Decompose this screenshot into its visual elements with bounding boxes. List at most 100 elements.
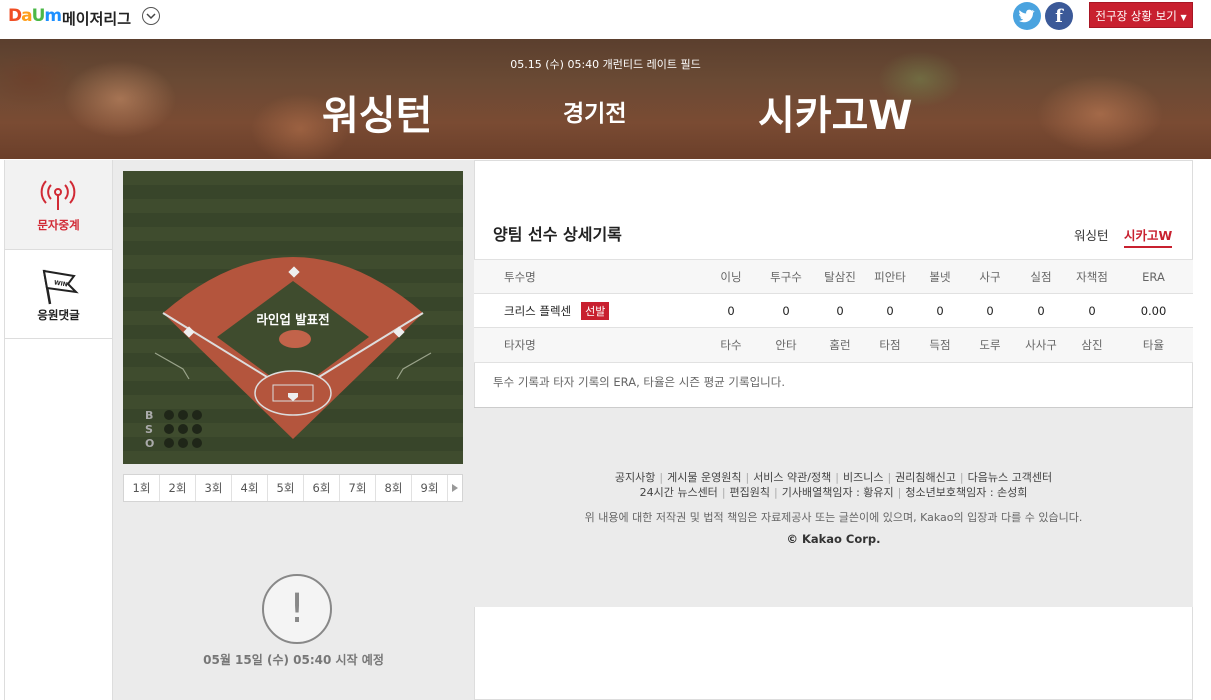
footer: 공지사항 | 게시물 운영원칙 | 서비스 약관/정책 | 비즈니스 | 권리침해신고 | 다음뉴스… [474, 407, 1193, 607]
footer-separator: | [887, 471, 892, 484]
top-bar: DaUm 메이저리그 f 전구장 상황 보기 ▼ [0, 0, 1211, 39]
all-games-label: 전구장 상황 보기 [1095, 9, 1177, 23]
inning-tab[interactable]: 7회 [340, 475, 376, 501]
footer-link[interactable]: 공지사항 [615, 471, 655, 484]
ball-label: B [145, 409, 153, 422]
game-status: 경기전 [563, 101, 627, 127]
footer-separator: | [897, 486, 902, 499]
table-cell: 0 [812, 293, 868, 328]
table-cell: 0 [912, 293, 968, 328]
inning-tab[interactable]: 2회 [160, 475, 196, 501]
table-cell: 0 [702, 293, 760, 328]
batter-header-row: 타자명 타수 안타 홈런 타점 득점 도루 사사구 삼진 타율 [474, 327, 1193, 362]
table-header: 타수 [702, 327, 760, 362]
nav-text-broadcast[interactable]: 문자중계 [5, 160, 112, 250]
twitter-share-button[interactable] [1013, 2, 1041, 30]
out-label: O [145, 437, 154, 450]
game-info: 05.15 (수) 05:40 개런티드 레이트 필드 [510, 58, 701, 71]
inning-tabs: 1회 2회 3회 4회 5회 6회 7회 8회 9회 [123, 474, 463, 502]
table-header: 탈삼진 [812, 259, 868, 294]
records-title: 양팀 선수 상세기록 [493, 225, 622, 244]
chevron-right-icon [452, 484, 458, 492]
footer-separator: | [835, 471, 839, 484]
inning-tab[interactable]: 4회 [232, 475, 268, 501]
table-cell: 0 [968, 293, 1012, 328]
footer-separator: | [959, 471, 964, 484]
inning-tab[interactable]: 3회 [196, 475, 232, 501]
table-header: 이닝 [702, 259, 760, 294]
facebook-icon: f [1055, 6, 1063, 27]
facebook-share-button[interactable]: f [1045, 2, 1073, 30]
daum-logo[interactable]: DaUm [8, 6, 62, 26]
table-header: 타자명 [474, 327, 702, 362]
all-games-button[interactable]: 전구장 상황 보기 ▼ [1089, 2, 1193, 28]
left-nav: 문자중계 WIN 응원댓글 [4, 160, 113, 700]
footer-link[interactable]: 24시간 뉴스센터 [640, 486, 718, 499]
caret-down-icon: ▼ [1180, 13, 1187, 22]
inning-tab[interactable]: 5회 [268, 475, 304, 501]
table-header: 볼넷 [912, 259, 968, 294]
table-header: 삼진 [1070, 327, 1114, 362]
table-header: 안타 [760, 327, 812, 362]
league-title[interactable]: 메이저리그 [62, 8, 131, 29]
table-cell: 0 [868, 293, 912, 328]
chevron-down-icon[interactable] [142, 7, 160, 25]
game-start-notice: 05월 15일 (수) 05:40 시작 예정 [203, 653, 384, 667]
table-header: 도루 [968, 327, 1012, 362]
tab-team-washington[interactable]: 워싱턴 [1074, 225, 1109, 244]
twitter-icon [1019, 9, 1035, 23]
table-header: 사구 [968, 259, 1012, 294]
game-banner: 05.15 (수) 05:40 개런티드 레이트 필드 워싱턴 경기전 시카고W [0, 39, 1211, 159]
next-innings-button[interactable] [448, 475, 462, 501]
table-header: 실점 [1012, 259, 1070, 294]
lineup-status: 라인업 발표전 [256, 312, 329, 327]
footer-link[interactable]: 서비스 약관/정책 [753, 471, 831, 484]
footer-separator: | [745, 471, 750, 484]
footer-separator: | [774, 486, 778, 499]
logo-letter-a: a [21, 6, 33, 26]
table-cell: 0 [1070, 293, 1114, 328]
inning-tab[interactable]: 1회 [124, 475, 160, 501]
table-header: 타율 [1114, 327, 1193, 362]
table-header: 사사구 [1012, 327, 1070, 362]
footer-separator: | [659, 471, 664, 484]
exclamation-icon: ! [262, 574, 332, 644]
footer-link[interactable]: 편집원칙 [730, 486, 770, 499]
away-team-name: 시카고W [758, 93, 913, 139]
table-header: 타점 [868, 327, 912, 362]
inning-tab[interactable]: 9회 [412, 475, 448, 501]
records-note: 투수 기록과 타자 기록의 ERA, 타율은 시즌 평균 기록입니다. [493, 375, 785, 389]
footer-link[interactable]: 비즈니스 [843, 471, 883, 484]
nav-cheer-comments[interactable]: WIN 응원댓글 [5, 250, 112, 339]
table-cell: 0.00 [1114, 293, 1193, 328]
copyright: © Kakao Corp. [786, 532, 881, 546]
table-header: 투구수 [760, 259, 812, 294]
footer-separator: | [721, 486, 726, 499]
inning-tab[interactable]: 8회 [376, 475, 412, 501]
win-flag-icon: WIN [42, 269, 79, 305]
strike-label: S [145, 423, 153, 436]
nav-label-broadcast: 문자중계 [37, 218, 80, 232]
logo-letter-d: D [8, 6, 22, 26]
tab-team-chicago-w[interactable]: 시카고W [1124, 225, 1173, 248]
footer-links-secondary: 24시간 뉴스센터 | 편집원칙 | 기사배열책임자 : 황유지 | 청소년보호책임자 : … [474, 484, 1193, 500]
table-header: 득점 [912, 327, 968, 362]
table-cell: 0 [1012, 293, 1070, 328]
footer-link[interactable]: 게시물 운영원칙 [667, 471, 741, 484]
footer-link[interactable]: 다음뉴스 고객센터 [968, 471, 1052, 484]
table-header: 투수명 [474, 259, 702, 294]
logo-letter-m: m [44, 6, 62, 26]
player-records-table: 투수명 이닝 투구수 탈삼진 피안타 볼넷 사구 실점 자책점 ERA 크리스 … [474, 259, 1193, 362]
footer-link[interactable]: 권리침해신고 [895, 471, 956, 484]
pitcher-name-cell: 크리스 플렉센 선발 [474, 293, 702, 328]
pitcher-header-row: 투수명 이닝 투구수 탈삼진 피안타 볼넷 사구 실점 자책점 ERA [474, 259, 1193, 294]
logo-letter-u: U [31, 6, 46, 26]
footer-text: 청소년보호책임자 : 손성희 [905, 486, 1028, 499]
inning-tab[interactable]: 6회 [304, 475, 340, 501]
table-header: 피안타 [868, 259, 912, 294]
footer-disclaimer: 위 내용에 대한 저작권 및 법적 책임은 자료제공사 또는 글쓴이에 있으며,… [584, 511, 1083, 524]
pitcher-name[interactable]: 크리스 플렉센 [504, 304, 571, 318]
footer-text: 기사배열책임자 : 황유지 [781, 486, 894, 499]
table-header: ERA [1114, 259, 1193, 294]
table-row: 크리스 플렉센 선발 0 0 0 0 0 0 0 0 0.00 [474, 293, 1193, 328]
